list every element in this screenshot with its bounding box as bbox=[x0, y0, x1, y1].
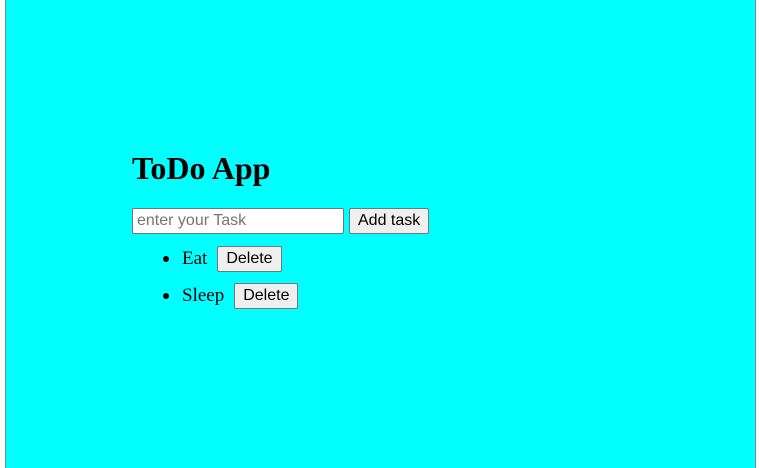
task-text: Eat bbox=[182, 248, 208, 269]
delete-button[interactable]: Delete bbox=[234, 283, 299, 309]
add-task-button[interactable]: Add task bbox=[349, 208, 430, 234]
list-item: Eat Delete bbox=[132, 246, 429, 272]
delete-button[interactable]: Delete bbox=[217, 246, 282, 272]
task-text: Sleep bbox=[182, 285, 225, 306]
bullet-icon bbox=[163, 293, 169, 299]
task-input[interactable] bbox=[132, 208, 344, 234]
page-title: ToDo App bbox=[132, 150, 271, 186]
list-item: Sleep Delete bbox=[132, 283, 429, 309]
todo-panel: ToDo App Add task Eat Delete Sleep Delet… bbox=[132, 150, 430, 320]
bullet-icon bbox=[163, 256, 169, 262]
task-form: Add task bbox=[132, 208, 430, 234]
app-container: ToDo App Add task Eat Delete Sleep Delet… bbox=[5, 0, 756, 468]
task-list: Eat Delete Sleep Delete bbox=[132, 246, 429, 309]
